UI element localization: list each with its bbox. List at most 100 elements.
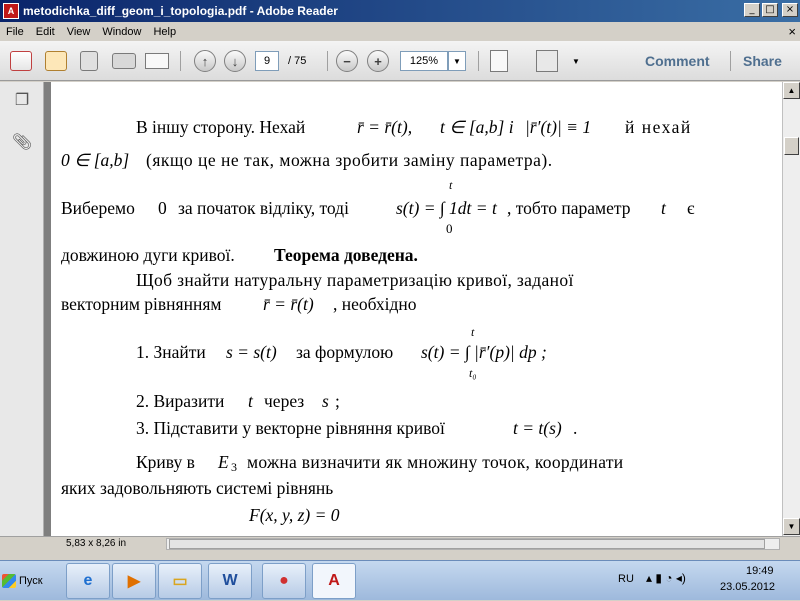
start-button[interactable]: Пуск — [2, 569, 52, 593]
page-size-label: 5,83 x 8,26 in — [66, 538, 127, 549]
text-line: довжиною дуги кривої. — [61, 245, 235, 265]
prev-page-icon[interactable]: ↑ — [194, 49, 216, 73]
email-icon[interactable] — [145, 49, 169, 73]
print-icon[interactable] — [112, 49, 136, 73]
system-tray: RU ▴ ▮ ◔ ◂) 19:49 23.05.2012 — [610, 561, 800, 601]
integral-upper-limit: t — [449, 178, 453, 192]
attachments-icon[interactable]: 📎︎ — [12, 132, 32, 152]
internet-explorer-icon[interactable]: e — [66, 563, 110, 599]
text-line: через — [264, 391, 305, 411]
text-line: В іншу сторону. Нехай — [136, 117, 306, 137]
math-formula: t — [661, 198, 666, 218]
menu-bar: File Edit View Window Help × — [0, 22, 800, 41]
next-page-icon[interactable]: ↓ — [224, 49, 246, 73]
zoom-out-icon[interactable]: − — [336, 49, 358, 73]
text-line: й нехай — [625, 117, 692, 137]
math-formula: s(t) = ∫ |r̄′(p)| dp ; — [421, 342, 547, 362]
math-formula: r̄ = r̄(t), — [357, 117, 413, 137]
math-formula: |r̄′(t)| ≡ 1 — [525, 117, 592, 137]
menu-view[interactable]: View — [61, 26, 97, 38]
math-formula: t ∈ [a,b] і — [440, 117, 514, 137]
language-indicator[interactable]: RU — [618, 573, 634, 585]
math-formula: s(t) = ∫ 1dt = t — [396, 198, 497, 218]
math-formula: s — [322, 391, 329, 411]
text-line: за формулою — [296, 342, 394, 362]
horizontal-scroll-thumb[interactable] — [169, 539, 765, 549]
menu-window[interactable]: Window — [96, 26, 147, 38]
media-player-icon[interactable]: ▶ — [112, 563, 156, 599]
explorer-icon[interactable]: ▭ — [158, 563, 202, 599]
clock-date[interactable]: 23.05.2012 — [720, 581, 775, 593]
minimize-button[interactable]: _ — [744, 3, 760, 17]
text-line: . — [573, 418, 578, 438]
page-number-input[interactable]: 9 — [255, 51, 279, 71]
theorem-proved-text: Теорема доведена. — [274, 245, 418, 265]
pdf-page: В іншу сторону. Нехай r̄ = r̄(t), t ∈ [a… — [51, 82, 782, 536]
word-icon[interactable]: W — [208, 563, 252, 599]
text-line: можна визначити як множину точок, коорди… — [247, 452, 624, 472]
math-subscript: 3 — [231, 460, 237, 474]
text-line: за початок відліку, тоді — [178, 198, 349, 218]
adobe-reader-icon[interactable]: A — [312, 563, 356, 599]
text-line: (якщо це не так, можна зробити заміну па… — [146, 150, 553, 170]
page-total: / 75 — [288, 55, 307, 67]
text-line: Криву в — [136, 452, 195, 472]
toolbar: ↑ ↓ 9 / 75 − + 125% ▼ ▼ Comment Share — [0, 41, 800, 81]
share-button[interactable]: Share — [743, 49, 782, 73]
navigation-panel: ❐ 📎︎ — [0, 82, 44, 536]
tray-icons[interactable]: ▴ ▮ ◔ ◂) — [646, 571, 686, 585]
zoom-select[interactable]: 125% — [400, 51, 448, 71]
clock-time[interactable]: 19:49 — [746, 565, 774, 577]
math-formula: t = t(s) — [513, 418, 562, 438]
fullscreen-dropdown-icon[interactable]: ▼ — [572, 49, 580, 73]
fullscreen-icon[interactable] — [536, 49, 558, 73]
adobe-reader-window: A metodichka_diff_geom_i_topologia.pdf -… — [0, 0, 800, 560]
list-item: 1. Знайти — [136, 342, 206, 362]
text-line: , тобто параметр — [507, 198, 631, 218]
close-button[interactable]: × — [782, 3, 798, 17]
list-item: 2. Виразити — [136, 391, 225, 411]
pages-icon[interactable]: ❐ — [12, 90, 32, 110]
windows-logo-icon — [2, 574, 16, 588]
window-title: metodichka_diff_geom_i_topologia.pdf - A… — [23, 4, 338, 18]
pdf-icon: A — [3, 3, 19, 19]
document-view[interactable]: В іншу сторону. Нехай r̄ = r̄(t), t ∈ [a… — [44, 82, 782, 536]
fit-page-icon[interactable] — [490, 49, 508, 73]
integral-lower-limit: t₀ — [469, 366, 477, 380]
scroll-thumb[interactable] — [784, 137, 799, 155]
math-formula: 0 — [158, 198, 167, 218]
text-line: ; — [335, 391, 340, 411]
create-pdf-icon[interactable] — [10, 49, 32, 73]
edit-icon[interactable] — [45, 49, 67, 73]
scroll-down-icon[interactable]: ▼ — [783, 518, 800, 535]
comment-button[interactable]: Comment — [645, 49, 710, 73]
start-label: Пуск — [19, 575, 43, 587]
zoom-in-icon[interactable]: + — [367, 49, 389, 73]
math-formula: E — [218, 452, 229, 472]
menu-edit[interactable]: Edit — [30, 26, 61, 38]
status-bar: 5,83 x 8,26 in — [0, 536, 800, 550]
list-item: 3. Підставити у векторне рівняння кривої — [136, 418, 445, 438]
menu-help[interactable]: Help — [147, 26, 182, 38]
zoom-dropdown-icon[interactable]: ▼ — [448, 51, 466, 71]
horizontal-scrollbar[interactable] — [166, 538, 780, 550]
text-line: векторним рівнянням — [61, 294, 222, 314]
save-icon[interactable] — [80, 49, 98, 73]
math-formula: 0 ∈ [a,b] — [61, 150, 130, 170]
text-line: Виберемо — [61, 198, 135, 218]
text-line: яких задовольняють системі рівнянь — [61, 478, 334, 498]
integral-lower-limit: 0 — [446, 221, 453, 236]
chrome-icon[interactable]: ● — [262, 563, 306, 599]
document-close-icon[interactable]: × — [788, 24, 796, 39]
text-line: , необхідно — [333, 294, 417, 314]
vertical-scrollbar[interactable]: ▲ ▼ — [782, 82, 800, 536]
math-formula: t — [248, 391, 253, 411]
text-line: Щоб знайти натуральну параметризацію кри… — [136, 270, 574, 290]
menu-file[interactable]: File — [0, 26, 30, 38]
taskbar: Пуск e ▶ ▭ W ● A RU ▴ ▮ ◔ ◂) 19:49 23.05… — [0, 560, 800, 600]
maximize-button[interactable]: □ — [762, 3, 778, 17]
text-line: є — [687, 198, 695, 218]
equation-system: F(x, y, z) = 0 — [249, 505, 340, 525]
title-bar: A metodichka_diff_geom_i_topologia.pdf -… — [0, 0, 800, 22]
scroll-up-icon[interactable]: ▲ — [783, 82, 800, 99]
